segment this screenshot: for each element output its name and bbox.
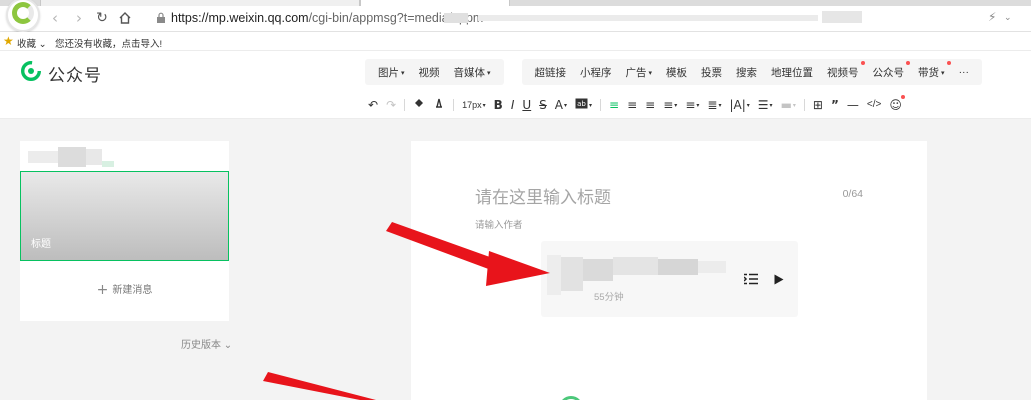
- toolbar-divider: [803, 99, 805, 111]
- address-bar-row: ‹ › ↻ https://mp.weixin.qq.com/cgi-bin/a…: [0, 0, 1031, 32]
- blurred-audio-cover: [547, 255, 561, 295]
- article-cover-card[interactable]: 标题: [20, 171, 229, 261]
- article-editor: 请在这里输入标题 0/64 请输入作者 55分钟: [411, 141, 927, 400]
- insert-toolbar: 图片 ▾ 视频 音媒体 ▾ 超链接 小程序 广告 ▾ 模板 投票 搜索 地理位置 视频…: [365, 59, 983, 85]
- cover-title: 标题: [31, 239, 51, 250]
- blurred-audio-cover: [561, 257, 583, 291]
- new-dot-badge: [946, 60, 951, 65]
- more-insert-button[interactable]: ···: [952, 66, 977, 78]
- insert-channels-button[interactable]: 视频号: [820, 60, 866, 80]
- insert-location-button[interactable]: 地理位置: [764, 65, 820, 80]
- insert-group-media: 图片 ▾ 视频 音媒体 ▾: [365, 59, 504, 85]
- audio-card[interactable]: 55分钟: [541, 241, 798, 317]
- insert-miniprogram-button[interactable]: 小程序: [573, 65, 619, 80]
- history-versions-link[interactable]: 历史版本 ⌄: [181, 336, 232, 351]
- logo-text[interactable]: 公众号: [48, 61, 102, 86]
- table-icon[interactable]: ⊞: [809, 96, 827, 114]
- blurred-url-fragment: [478, 15, 818, 21]
- browser-logo-icon: [6, 0, 40, 32]
- background-color-icon[interactable]: ab ▾: [571, 96, 596, 114]
- app-header: 公众号 图片 ▾ 视频 音媒体 ▾ 超链接 小程序 广告 ▾ 模板 投票 搜索 地理位…: [0, 51, 1031, 91]
- strikethrough-icon[interactable]: S: [535, 96, 551, 114]
- bold-icon[interactable]: B: [490, 96, 507, 114]
- blurred-audio-title: [583, 259, 613, 281]
- audio-duration: 55分钟: [594, 292, 624, 303]
- new-dot-badge: [900, 95, 905, 99]
- font-color-icon[interactable]: A▾: [551, 96, 571, 114]
- clear-format-icon[interactable]: [429, 96, 449, 114]
- red-arrow-lower: [263, 372, 376, 400]
- author-input[interactable]: 请输入作者: [475, 217, 523, 231]
- redo-icon[interactable]: ↷: [382, 96, 400, 114]
- blurred-audio-title: [698, 261, 726, 273]
- divider-style-icon[interactable]: ▬▾: [777, 96, 800, 114]
- insert-template-button[interactable]: 模板: [659, 65, 694, 80]
- align-center-icon[interactable]: ≡: [623, 96, 641, 114]
- insert-audio-button[interactable]: 音媒体 ▾: [447, 65, 498, 80]
- insert-vote-button[interactable]: 投票: [694, 65, 729, 80]
- quote-icon[interactable]: ”: [827, 96, 843, 114]
- indent-icon[interactable]: ≡▾: [681, 96, 703, 114]
- format-toolbar: ↶ ↷ 17px▾ B I U S A▾ ab ▾ ≡ ≡ ≡ ≡▾ ≡▾ ≣▾ …: [0, 91, 1031, 119]
- playlist-icon[interactable]: [744, 273, 758, 285]
- insert-group-widgets: 超链接 小程序 广告 ▾ 模板 投票 搜索 地理位置 视频号 公众号 带货 ▾ ··…: [521, 59, 983, 85]
- plus-icon: +: [96, 282, 109, 298]
- bulleted-list-icon[interactable]: ☰▾: [754, 96, 777, 114]
- forward-icon[interactable]: ›: [70, 9, 88, 27]
- new-dot-badge: [906, 60, 911, 65]
- insert-video-button[interactable]: 视频: [412, 65, 447, 80]
- svg-text:ab: ab: [577, 100, 586, 108]
- align-right-icon[interactable]: ≡: [641, 96, 659, 114]
- italic-icon[interactable]: I: [507, 96, 519, 114]
- article-list-panel: 标题 + 新建消息: [20, 141, 229, 321]
- lock-icon[interactable]: [156, 12, 166, 24]
- insert-product-button[interactable]: 带货 ▾: [911, 60, 952, 80]
- line-height-icon[interactable]: ≣▾: [703, 96, 725, 114]
- toolbar-divider: [453, 99, 455, 111]
- horizontal-rule-icon[interactable]: —: [843, 96, 863, 114]
- insert-official-account-button[interactable]: 公众号: [866, 60, 912, 80]
- bookmarks-bar: ★ 收藏 ⌄ 您还没有收藏，点击导入!: [0, 32, 1031, 51]
- toolbar-divider: [404, 99, 406, 111]
- align-left-icon[interactable]: ≡: [605, 96, 623, 114]
- back-icon[interactable]: ‹: [46, 9, 64, 27]
- font-size-select[interactable]: 17px▾: [458, 96, 490, 114]
- blurred-url-fragment: [444, 13, 468, 23]
- underline-icon[interactable]: U: [518, 96, 535, 114]
- blurred-url-fragment: [822, 11, 862, 23]
- chevron-down-icon[interactable]: ⌄: [1004, 13, 1012, 23]
- insert-image-button[interactable]: 图片 ▾: [371, 65, 412, 80]
- bookmark-favorites[interactable]: 收藏 ⌄: [17, 36, 47, 50]
- title-input[interactable]: 请在这里输入标题: [475, 183, 611, 208]
- reload-icon[interactable]: ↻: [93, 9, 111, 27]
- align-justify-icon[interactable]: ≡▾: [659, 96, 681, 114]
- title-char-count: 0/64: [842, 188, 863, 200]
- lightning-icon[interactable]: ⚡: [988, 10, 996, 24]
- blurred-audio-title: [613, 257, 658, 275]
- code-icon[interactable]: </>: [863, 96, 885, 114]
- star-icon: ★: [3, 34, 14, 48]
- address-input[interactable]: https://mp.weixin.qq.com/cgi-bin/appmsg?…: [171, 11, 483, 25]
- insert-search-button[interactable]: 搜索: [729, 65, 764, 80]
- format-painter-icon[interactable]: [409, 96, 429, 114]
- insert-ad-button[interactable]: 广告 ▾: [619, 65, 660, 80]
- new-message-button[interactable]: + 新建消息: [20, 281, 229, 298]
- wechat-mp-logo-icon[interactable]: [20, 60, 42, 82]
- insert-hyperlink-button[interactable]: 超链接: [528, 65, 574, 80]
- new-dot-badge: [860, 60, 865, 65]
- emoji-icon[interactable]: ☺: [885, 95, 906, 114]
- blurred-audio-title: [658, 259, 698, 275]
- toolbar-divider: [600, 99, 602, 111]
- letter-spacing-icon[interactable]: |A|▾: [725, 96, 753, 114]
- green-circle-icon: [559, 396, 583, 400]
- home-icon[interactable]: [116, 9, 134, 27]
- play-icon[interactable]: [774, 274, 784, 285]
- undo-icon[interactable]: ↶: [364, 96, 382, 114]
- bookmark-import-hint[interactable]: 您还没有收藏，点击导入!: [55, 36, 162, 50]
